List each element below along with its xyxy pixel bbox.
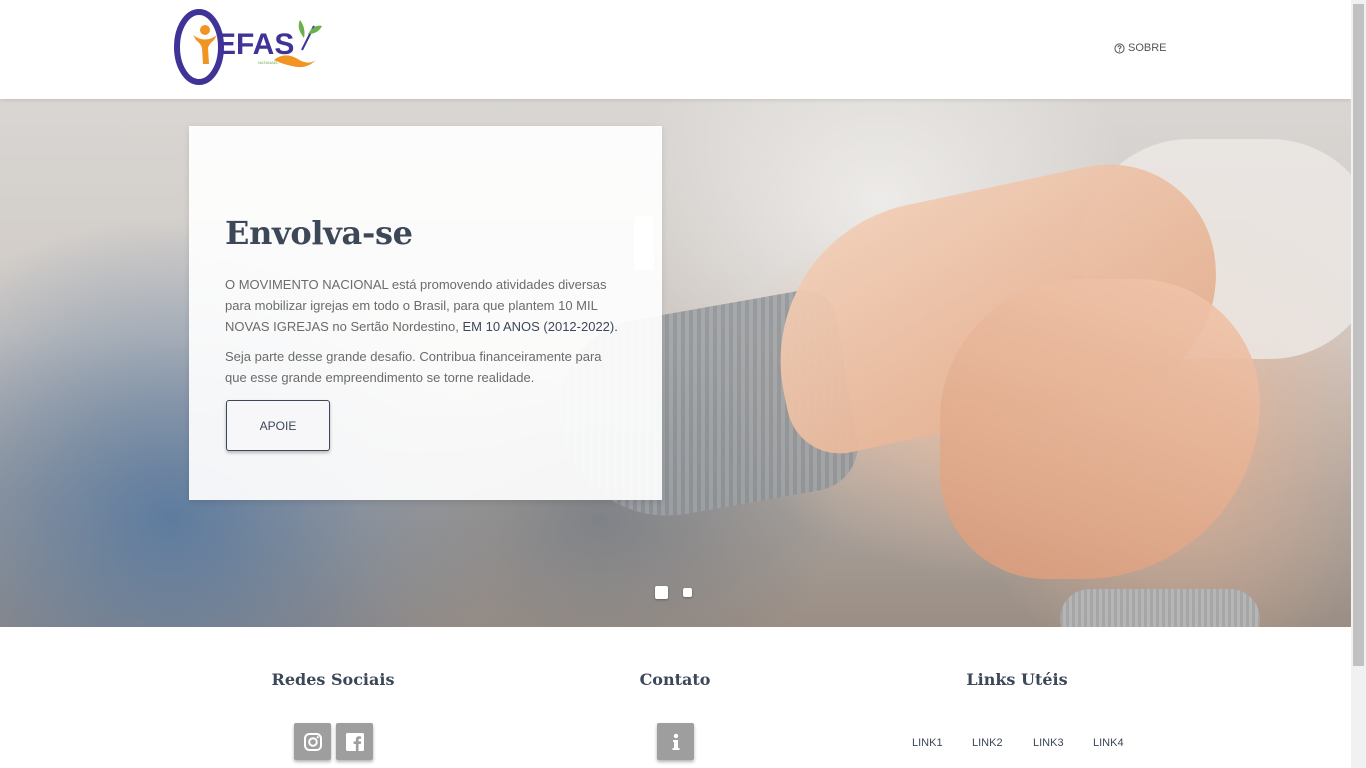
social-title: Redes Sociais — [271, 670, 395, 689]
instagram-icon — [303, 732, 322, 751]
carousel-dot-2[interactable] — [683, 588, 692, 597]
site-header: EFAS NATANAEL SOBRE — [0, 0, 1351, 99]
hero-paragraph-1-emphasis: EM 10 ANOS (2012-2022). — [462, 319, 618, 334]
hero-photo-cuff — [1060, 589, 1260, 627]
carousel-dot-1[interactable] — [655, 586, 668, 599]
card-notch — [634, 216, 654, 270]
contact-info-button[interactable] — [657, 723, 694, 760]
page-scrollbar[interactable] — [1351, 0, 1366, 768]
footer-link-2[interactable]: LINK2 — [972, 737, 1003, 749]
help-circle-icon — [1114, 42, 1125, 54]
hero-title: Envolva-se — [225, 214, 413, 252]
apoie-button[interactable]: APOIE — [226, 400, 330, 451]
facebook-button[interactable] — [336, 723, 373, 760]
nav-sobre-label: SOBRE — [1128, 42, 1167, 54]
cefas-logo[interactable]: EFAS NATANAEL — [174, 8, 329, 86]
contact-title: Contato — [639, 670, 711, 689]
footer-link-4[interactable]: LINK4 — [1093, 737, 1124, 749]
hero-photo-hand-lower — [940, 279, 1260, 579]
hero-paragraph-1: O MOVIMENTO NACIONAL está promovendo ati… — [225, 274, 625, 337]
hero-carousel: Envolva-se O MOVIMENTO NACIONAL está pro… — [0, 99, 1351, 627]
footer-link-3[interactable]: LINK3 — [1033, 737, 1064, 749]
info-icon — [672, 733, 679, 750]
carousel-indicators — [655, 586, 692, 599]
facebook-icon — [345, 732, 364, 751]
site-footer: Redes Sociais Contato Links Utéis LINK1 … — [0, 627, 1351, 768]
page: EFAS NATANAEL SOBRE Envolva-se O MOVIMEN… — [0, 0, 1351, 768]
nav-sobre-link[interactable]: SOBRE — [1114, 42, 1167, 54]
links-title: Links Utéis — [966, 670, 1068, 689]
instagram-button[interactable] — [294, 723, 331, 760]
scrollbar-thumb[interactable] — [1353, 4, 1364, 666]
footer-link-1[interactable]: LINK1 — [912, 737, 943, 749]
hero-paragraph-2: Seja parte desse grande desafio. Contrib… — [225, 349, 602, 385]
hero-card: Envolva-se O MOVIMENTO NACIONAL está pro… — [189, 126, 662, 500]
